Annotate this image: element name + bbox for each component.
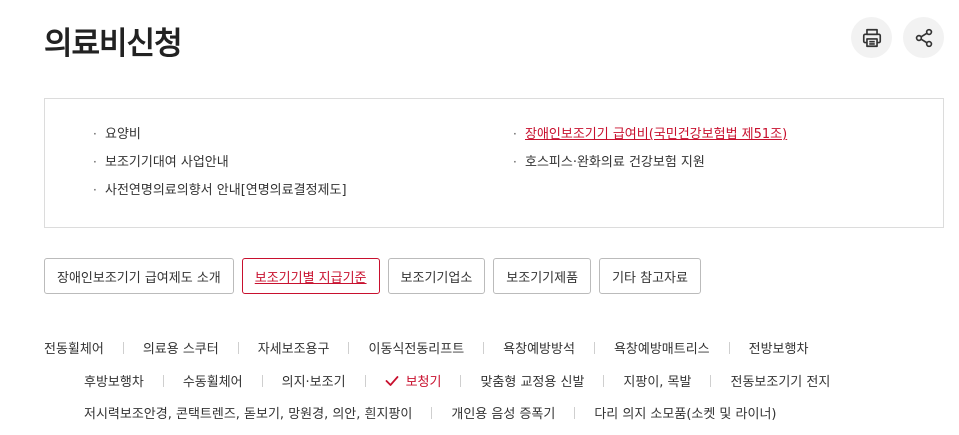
divider [364, 374, 366, 387]
sub-menu-item-label: 호스피스·완화의료 건강보험 지원 [525, 155, 705, 170]
divider [237, 341, 239, 354]
category-item[interactable]: 수동휠체어 [183, 371, 243, 390]
divider [162, 374, 164, 387]
category-item[interactable]: 저시력보조안경, 콘택트렌즈, 돋보기, 망원경, 의안, 흰지팡이 [84, 403, 412, 422]
bullet: · [93, 155, 97, 169]
category-item[interactable]: 맞춤형 교정용 신발 [480, 371, 584, 390]
tab-label: 보조기기제품 [506, 270, 579, 286]
tab-label: 기타 참고자료 [612, 270, 688, 286]
sub-menu-item-label: 장애인보조기기 급여비(국민건강보험법 제51조) [525, 127, 788, 142]
category-row: 전동휠체어 의료용 스쿠터 자세보조용구 이동식전동리프트 욕창예방방석 욕창예… [44, 338, 808, 357]
sub-menu-right-column: · 장애인보조기기 급여비(국민건강보험법 제51조) · 호스피스·완화의료 건강… [513, 123, 787, 179]
divider [574, 406, 576, 419]
tab-bar: 장애인보조기기 급여제도 소개 보조기기별 지급기준 보조기기업소 보조기기제품… [44, 258, 709, 294]
bullet: · [93, 127, 97, 141]
category-item-active[interactable]: 보청기 [385, 371, 442, 390]
category-row: 후방보행차 수동휠체어 의지·보조기 보청기 맞춤형 교정용 신발 지팡이, 목… [84, 371, 830, 390]
tab-label: 보조기기업소 [400, 270, 473, 286]
category-item[interactable]: 지팡이, 목발 [623, 371, 691, 390]
sub-menu-item-label: 보조기기대여 사업안내 [105, 155, 229, 170]
category-item[interactable]: 개인용 음성 증폭기 [451, 403, 555, 422]
bullet: · [513, 155, 517, 169]
category-item[interactable]: 욕창예방매트리스 [614, 338, 710, 357]
divider [728, 341, 730, 354]
category-item[interactable]: 의료용 스쿠터 [143, 338, 219, 357]
bullet: · [513, 127, 517, 141]
sub-menu-item-active[interactable]: · 장애인보조기기 급여비(국민건강보험법 제51조) [513, 123, 787, 151]
divider [710, 374, 712, 387]
sub-menu-left-column: · 요양비 · 보조기기대여 사업안내 · 사전연명의료의향서 안내[연명의료결정제도… [93, 123, 347, 207]
print-button[interactable] [851, 17, 892, 58]
divider [603, 374, 605, 387]
tab-products[interactable]: 보조기기제품 [493, 258, 592, 294]
category-item[interactable]: 전동보조기기 전지 [730, 371, 830, 390]
share-icon [915, 28, 932, 47]
tab-label: 보조기기별 지급기준 [254, 270, 367, 286]
tab-payment-criteria[interactable]: 보조기기별 지급기준 [241, 258, 380, 294]
tab-benefit-intro[interactable]: 장애인보조기기 급여제도 소개 [44, 258, 234, 294]
category-item[interactable]: 자세보조용구 [258, 338, 330, 357]
category-item[interactable]: 다리 의지 소모품(소켓 및 라이너) [594, 403, 776, 422]
category-item[interactable]: 의지·보조기 [282, 371, 346, 390]
tab-vendors[interactable]: 보조기기업소 [387, 258, 486, 294]
divider [261, 374, 263, 387]
divider [593, 341, 595, 354]
share-button[interactable] [903, 17, 944, 58]
sub-menu-item[interactable]: · 보조기기대여 사업안내 [93, 151, 347, 179]
category-item[interactable]: 이동식전동리프트 [368, 338, 464, 357]
category-item-label: 보청기 [405, 375, 442, 390]
sub-menu-box: · 요양비 · 보조기기대여 사업안내 · 사전연명의료의향서 안내[연명의료결정제도… [44, 98, 944, 228]
divider [122, 341, 124, 354]
sub-menu-item-label: 사전연명의료의향서 안내[연명의료결정제도] [105, 183, 347, 198]
divider [460, 374, 462, 387]
bullet: · [93, 183, 97, 197]
sub-menu-item[interactable]: · 호스피스·완화의료 건강보험 지원 [513, 151, 787, 179]
divider [348, 341, 350, 354]
category-row: 저시력보조안경, 콘택트렌즈, 돋보기, 망원경, 의안, 흰지팡이 개인용 음… [84, 403, 776, 422]
sub-menu-item[interactable]: · 사전연명의료의향서 안내[연명의료결정제도] [93, 179, 347, 207]
divider [431, 406, 433, 419]
category-item[interactable]: 전동휠체어 [44, 338, 104, 357]
category-item[interactable]: 후방보행차 [84, 371, 144, 390]
sub-menu-item[interactable]: · 요양비 [93, 123, 347, 151]
page-title: 의료비신청 [44, 26, 183, 62]
checkmark-icon [385, 375, 398, 386]
category-item[interactable]: 욕창예방방석 [503, 338, 575, 357]
sub-menu-item-label: 요양비 [105, 127, 141, 142]
category-item[interactable]: 전방보행차 [749, 338, 809, 357]
printer-icon [862, 28, 881, 47]
tab-label: 장애인보조기기 급여제도 소개 [57, 270, 221, 286]
divider [483, 341, 485, 354]
tab-references[interactable]: 기타 참고자료 [599, 258, 701, 294]
